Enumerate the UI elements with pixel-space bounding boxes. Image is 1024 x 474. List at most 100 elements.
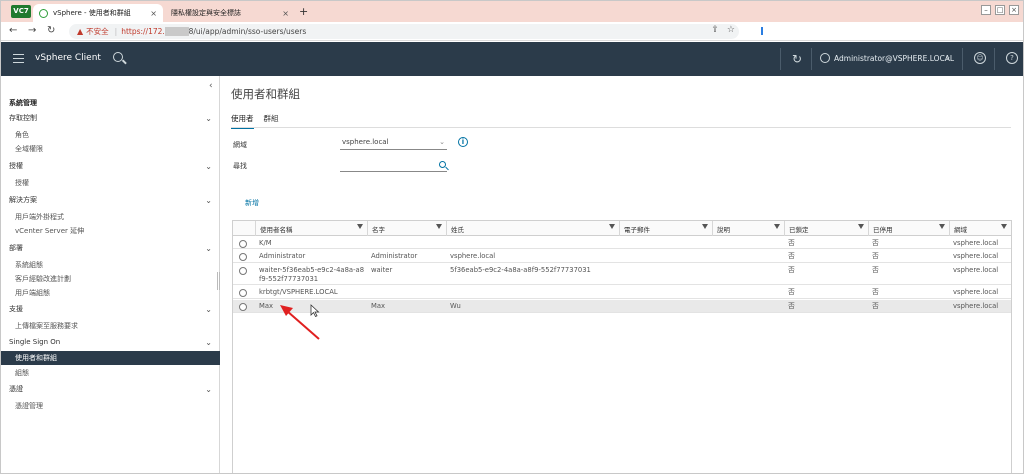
filter-icon[interactable] xyxy=(774,224,780,229)
help-icon[interactable]: ? xyxy=(1006,52,1018,64)
filter-icon[interactable] xyxy=(1001,224,1007,229)
collapse-sidebar-icon[interactable]: ‹ xyxy=(209,81,213,91)
filter-icon[interactable] xyxy=(702,224,708,229)
sidebar-section-certificates[interactable]: 憑證 ⌄ xyxy=(1,382,220,396)
row-radio[interactable] xyxy=(239,289,247,297)
maximize-icon[interactable]: □ xyxy=(995,5,1005,15)
info-icon[interactable]: i xyxy=(458,137,468,147)
forward-arrow-icon[interactable]: → xyxy=(28,25,36,36)
sidebar-item-system-config[interactable]: 系統組態 xyxy=(1,258,220,272)
sidebar-item-roles[interactable]: 角色 xyxy=(1,128,220,142)
column-label: 說明 xyxy=(717,225,730,234)
filter-icon[interactable] xyxy=(357,224,363,229)
sidebar-section-deployment[interactable]: 部署 ⌄ xyxy=(1,241,220,255)
sidebar-item-vcenter-extensions[interactable]: vCenter Server 延伸 xyxy=(1,224,220,238)
sidebar-item-global-permissions[interactable]: 全域權限 xyxy=(1,142,220,156)
table-row[interactable]: waiter-5f36eab5-e9c2-4a8a-a8f9-552f77737… xyxy=(233,264,1011,285)
chevron-down-icon: ⌄ xyxy=(205,243,212,253)
cell-locked: 否 xyxy=(788,239,795,247)
filter-icon[interactable] xyxy=(858,224,864,229)
row-radio[interactable] xyxy=(239,303,247,311)
chevron-down-icon: ⌄ xyxy=(439,138,445,146)
row-radio[interactable] xyxy=(239,253,247,261)
sidebar-section-support[interactable]: 支援 ⌄ xyxy=(1,302,220,316)
cell-disabled: 否 xyxy=(872,288,879,296)
column-last-name[interactable]: 姓氏 xyxy=(446,221,619,236)
sidebar-item-upload-file[interactable]: 上傳檔案至服務要求 xyxy=(1,319,220,333)
column-domain[interactable]: 網域 xyxy=(949,221,1011,236)
table-row[interactable]: krbtgt/VSPHERE.LOCAL 否 否 vsphere.local xyxy=(233,286,1011,299)
sidebar-section-solutions[interactable]: 解決方案 ⌄ xyxy=(1,193,220,207)
column-locked[interactable]: 已鎖定 xyxy=(784,221,868,236)
filter-icon[interactable] xyxy=(436,224,442,229)
cell-disabled: 否 xyxy=(872,302,879,310)
section-label: 解決方案 xyxy=(9,196,37,204)
column-label: 網域 xyxy=(954,225,967,234)
sidebar-item-client-plugins[interactable]: 用戶端外掛程式 xyxy=(1,210,220,224)
column-username[interactable]: 使用者名稱 xyxy=(255,221,367,236)
chevron-down-icon: ⌄ xyxy=(205,195,212,205)
user-menu[interactable]: Administrator@VSPHERE.LOCAL xyxy=(834,54,954,63)
section-label: 存取控制 xyxy=(9,114,37,122)
chevron-down-icon: ⌄ xyxy=(205,161,212,171)
section-label: 部署 xyxy=(9,244,23,252)
add-user-button[interactable]: 新增 xyxy=(245,198,259,208)
table-row[interactable]: Administrator Administrator vsphere.loca… xyxy=(233,250,1011,263)
url-separator: | xyxy=(114,27,118,36)
back-arrow-icon[interactable]: ← xyxy=(9,25,17,36)
close-window-icon[interactable]: × xyxy=(1009,5,1019,15)
sidebar-item-users-and-groups[interactable]: 使用者和群組 xyxy=(1,351,220,365)
tab-divider xyxy=(231,127,1011,128)
new-tab-button[interactable]: + xyxy=(299,5,308,18)
sidebar-section-licensing[interactable]: 授權 ⌄ xyxy=(1,159,220,173)
search-icon[interactable] xyxy=(439,161,446,168)
sidebar-section-access-control[interactable]: 存取控制 ⌄ xyxy=(1,111,220,125)
table-row-highlighted[interactable]: Max Max Wu 否 否 vsphere.local xyxy=(233,300,1011,313)
extension-icon[interactable] xyxy=(761,27,763,35)
browser-tab-vsphere[interactable]: vSphere - 使用者和群組 × xyxy=(33,4,163,22)
cell-locked: 否 xyxy=(788,288,795,296)
refresh-icon[interactable]: ↻ xyxy=(792,52,802,66)
sidebar-item-client-config[interactable]: 用戶端組態 xyxy=(1,286,220,300)
column-first-name[interactable]: 名字 xyxy=(367,221,446,236)
filter-icon[interactable] xyxy=(939,224,945,229)
find-input[interactable] xyxy=(340,160,447,172)
feedback-icon[interactable]: ☺ xyxy=(974,52,986,64)
table-row[interactable]: K/M 否 否 vsphere.local xyxy=(233,237,1011,249)
cell-last-name: 5f36eab5-e9c2-4a8a-a8f9-552f77737031 xyxy=(450,266,591,274)
sidebar-item-certificate-management[interactable]: 憑證管理 xyxy=(1,399,220,413)
domain-select[interactable]: vsphere.local ⌄ xyxy=(340,138,447,150)
browser-tab-privacy[interactable]: 隱私權設定與安全標誌 × xyxy=(165,4,295,22)
star-icon[interactable]: ☆ xyxy=(727,25,735,35)
search-icon[interactable] xyxy=(113,52,123,62)
url-path: 8/ui/app/admin/sso-users/users xyxy=(188,27,307,36)
sidebar-item-ceip[interactable]: 客戶經驗改進計劃 xyxy=(1,272,220,286)
sidebar-section-sso[interactable]: Single Sign On ⌄ xyxy=(1,335,220,349)
sidebar-item-licenses[interactable]: 授權 xyxy=(1,176,220,190)
close-tab-icon[interactable]: × xyxy=(150,9,157,18)
column-description[interactable]: 說明 xyxy=(712,221,784,236)
column-email[interactable]: 電子郵件 xyxy=(619,221,712,236)
row-radio[interactable] xyxy=(239,240,247,248)
close-tab-icon[interactable]: × xyxy=(282,9,289,18)
url-input[interactable]: ▲ 不安全 | https://172. 8/ui/app/admin/sso-… xyxy=(69,24,739,39)
chevron-down-icon[interactable]: ⌄ xyxy=(945,53,951,61)
row-radio[interactable] xyxy=(239,267,247,275)
column-label: 已停用 xyxy=(873,225,893,234)
sidebar-item-configuration[interactable]: 組態 xyxy=(1,366,220,380)
column-label: 電子郵件 xyxy=(624,225,650,234)
url-scheme: https://172. xyxy=(121,27,165,36)
profile-badge[interactable]: VC7 xyxy=(11,5,31,18)
browser-tabstrip: VC7 vSphere - 使用者和群組 × 隱私權設定與安全標誌 × + – … xyxy=(1,1,1023,22)
reload-icon[interactable]: ↻ xyxy=(47,25,55,36)
section-label: 授權 xyxy=(9,162,23,170)
column-disabled[interactable]: 已停用 xyxy=(868,221,949,236)
sidebar-root: 系統管理 xyxy=(9,99,37,107)
share-icon[interactable]: ⇪ xyxy=(711,25,719,35)
minimize-icon[interactable]: – xyxy=(981,5,991,15)
header-divider xyxy=(994,48,995,70)
user-icon[interactable] xyxy=(820,53,830,63)
filter-icon[interactable] xyxy=(609,224,615,229)
sidebar-resize-handle[interactable] xyxy=(217,272,220,290)
menu-icon[interactable] xyxy=(13,54,24,63)
